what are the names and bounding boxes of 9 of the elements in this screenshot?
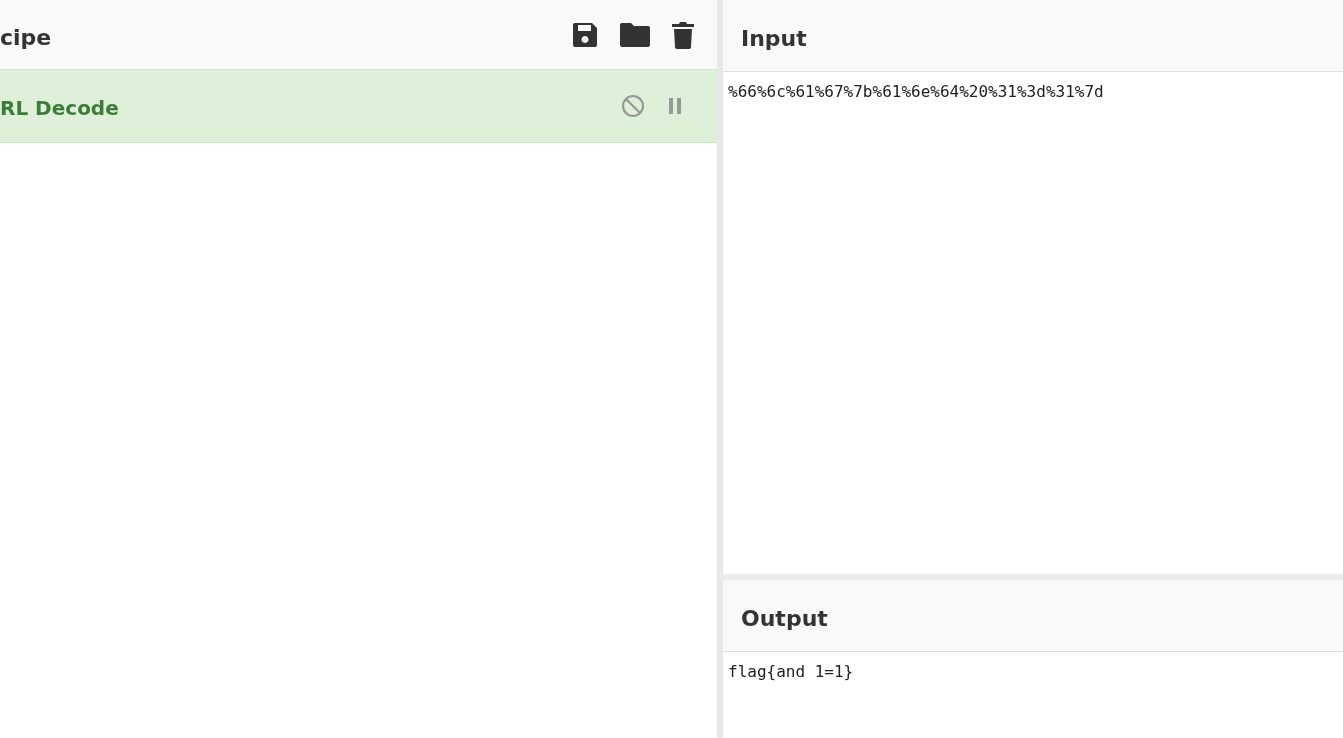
panel-title: Output	[741, 605, 828, 631]
output-text: flag{and 1=1}	[727, 661, 855, 683]
operation-name: RL Decode	[0, 95, 119, 120]
trash-icon[interactable]	[671, 20, 695, 49]
panel-title: Input	[741, 25, 807, 51]
input-field[interactable]: %66%6c%61%67%7b%61%6e%64%20%31%3d%31%7d	[723, 72, 1343, 574]
folder-icon[interactable]	[619, 21, 651, 48]
panel-title: cipe	[0, 24, 52, 50]
save-icon[interactable]	[571, 20, 599, 49]
